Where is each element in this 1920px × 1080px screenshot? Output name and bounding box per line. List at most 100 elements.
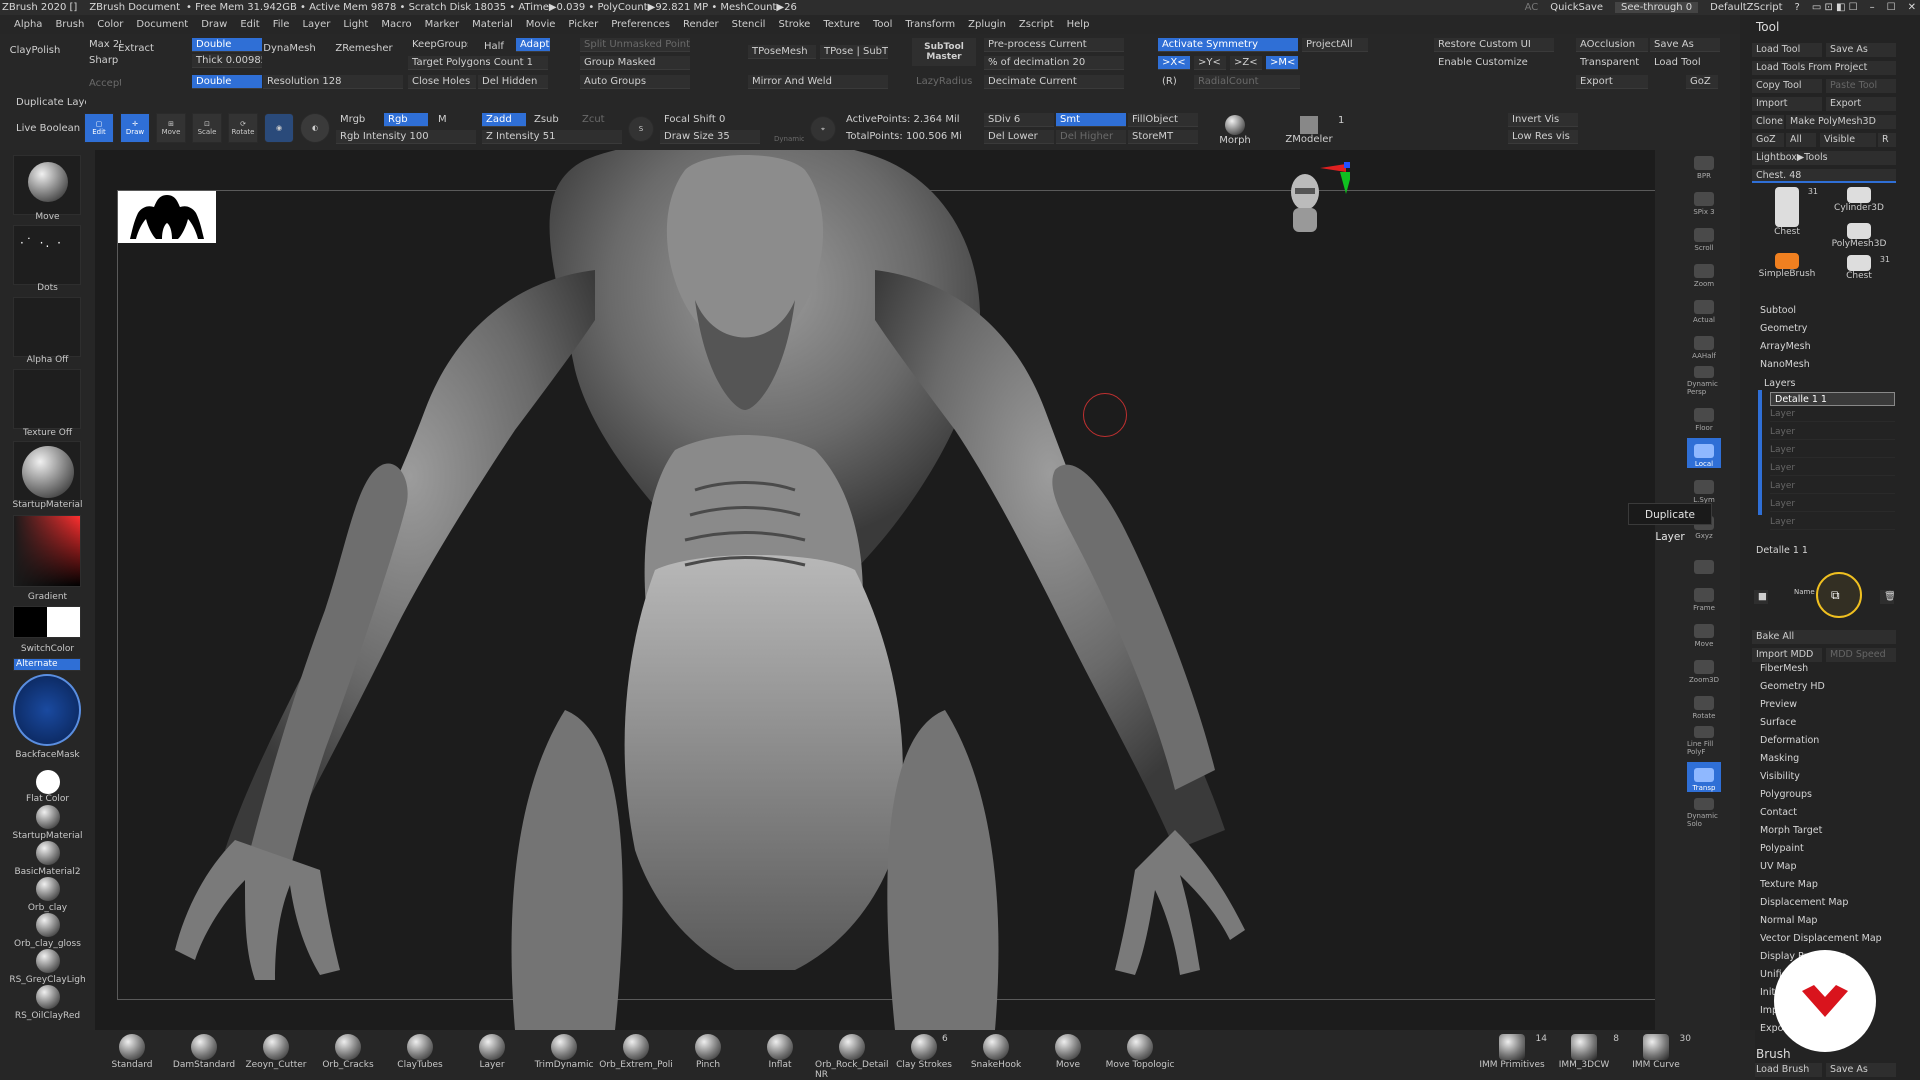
extract-button[interactable]: Extract: [116, 40, 156, 56]
paste-tool-button[interactable]: Paste Tool: [1826, 79, 1896, 93]
decimate-current-button[interactable]: Decimate Current: [984, 75, 1124, 89]
duplicate-layer-highlight[interactable]: ⧉: [1816, 572, 1862, 618]
material-selector[interactable]: [13, 441, 81, 501]
menu-item-movie[interactable]: Movie: [526, 19, 556, 30]
section-item[interactable]: Deformation: [1760, 735, 1819, 749]
alpha-selector[interactable]: [13, 297, 81, 357]
load-brush-button[interactable]: Load Brush: [1752, 1063, 1822, 1077]
adapt-toggle[interactable]: Adapt: [516, 38, 550, 52]
clone-button[interactable]: Clone: [1752, 115, 1784, 129]
section-item[interactable]: Surface: [1760, 717, 1796, 731]
section-item[interactable]: Displacement Map: [1760, 897, 1848, 911]
texture-selector[interactable]: [13, 369, 81, 429]
decimation-slider[interactable]: % of decimation 20: [984, 56, 1124, 70]
shelf-button[interactable]: Actual: [1687, 294, 1721, 324]
brush-save-as-button[interactable]: Save As: [1826, 1063, 1896, 1077]
menu-item-transform[interactable]: Transform: [905, 19, 955, 30]
shelf-brush[interactable]: Orb_Cracks: [311, 1034, 385, 1070]
shelf-button[interactable]: Local: [1687, 438, 1721, 468]
close-icon[interactable]: ✕: [1908, 2, 1916, 13]
imm-brush[interactable]: IMM_3DCW 8: [1547, 1034, 1621, 1070]
shelf-button[interactable]: Floor: [1687, 402, 1721, 432]
goz-all-button[interactable]: All: [1786, 133, 1816, 147]
shelf-button[interactable]: [1687, 546, 1721, 576]
imm-brush[interactable]: IMM Curve 30: [1619, 1034, 1693, 1070]
section-item[interactable]: Preview: [1760, 699, 1797, 713]
menu-item-stroke[interactable]: Stroke: [778, 19, 810, 30]
goz-r-button[interactable]: R: [1878, 133, 1896, 147]
split-unmasked-button[interactable]: Split Unmasked Points: [580, 38, 690, 52]
layer-row[interactable]: Layer: [1770, 409, 1895, 422]
auto-groups-button[interactable]: Auto Groups: [580, 75, 690, 89]
move-mode-button[interactable]: ⊞ Move: [156, 113, 186, 143]
tool-thumbnail[interactable]: PolyMesh3D: [1826, 223, 1892, 253]
goz-tool-button[interactable]: GoZ: [1752, 133, 1784, 147]
thick-slider[interactable]: Thick 0.00985: [192, 54, 262, 68]
shelf-button[interactable]: BPR: [1687, 150, 1721, 180]
symmetry-z-toggle[interactable]: >Z<: [1230, 56, 1262, 70]
rotate-mode-button[interactable]: ⟳ Rotate: [228, 113, 258, 143]
layer-row[interactable]: Layer: [1770, 517, 1895, 530]
tool-thumbnail[interactable]: Chest 31: [1754, 187, 1820, 249]
shelf-button[interactable]: L.Sym: [1687, 474, 1721, 504]
shelf-button[interactable]: Transp: [1687, 762, 1721, 792]
preprocess-current-button[interactable]: Pre-process Current: [984, 38, 1124, 52]
mdd-speed-slider[interactable]: MDD Speed: [1826, 648, 1896, 662]
section-item[interactable]: Polygroups: [1760, 789, 1812, 803]
keepgroups-toggle[interactable]: KeepGroups: [408, 38, 468, 52]
menu-item-alpha[interactable]: Alpha: [14, 19, 42, 30]
menu-item-zscript[interactable]: Zscript: [1019, 19, 1054, 30]
projectall-button[interactable]: ProjectAll: [1302, 38, 1368, 52]
duplicate-layer-button[interactable]: Duplicate Layer: [12, 96, 86, 110]
layer-record-button[interactable]: ■: [1754, 590, 1768, 604]
shelf-button[interactable]: Zoom3D: [1687, 654, 1721, 684]
shelf-button[interactable]: Scroll: [1687, 222, 1721, 252]
shelf-button[interactable]: Rotate: [1687, 690, 1721, 720]
menu-item-marker[interactable]: Marker: [425, 19, 460, 30]
section-nanomesh[interactable]: NanoMesh: [1760, 359, 1810, 373]
load-tool-button[interactable]: Load Tool: [1650, 56, 1720, 70]
axis-gizmo-icon[interactable]: [1320, 160, 1352, 200]
shelf-brush[interactable]: Move: [1031, 1034, 1105, 1070]
double-toggle-2[interactable]: Double: [192, 75, 262, 89]
symmetry-y-toggle[interactable]: >Y<: [1194, 56, 1226, 70]
menu-item-material[interactable]: Material: [472, 19, 513, 30]
rgb-intensity-slider[interactable]: Rgb Intensity 100: [336, 130, 476, 144]
radialcount-slider[interactable]: RadialCount: [1194, 75, 1300, 89]
close-holes-button[interactable]: Close Holes: [408, 75, 476, 89]
flat-color-icon[interactable]: [36, 770, 60, 794]
shelf-brush[interactable]: Move Topologic: [1103, 1034, 1177, 1070]
restore-custom-ui-button[interactable]: Restore Custom UI: [1434, 38, 1554, 52]
storemt-button[interactable]: StoreMT: [1128, 130, 1198, 144]
save-as-button[interactable]: Save As: [1650, 38, 1720, 52]
menu-item-edit[interactable]: Edit: [240, 19, 259, 30]
see-through-slider[interactable]: See-through 0: [1615, 2, 1699, 13]
shelf-button[interactable]: AAHalf: [1687, 330, 1721, 360]
tposemesh-button[interactable]: TPoseMesh: [748, 45, 816, 59]
layer-row[interactable]: Layer: [1770, 499, 1895, 512]
resolution-slider[interactable]: Resolution 128: [263, 75, 403, 89]
activate-symmetry-button[interactable]: Activate Symmetry: [1158, 38, 1298, 52]
layer-row[interactable]: Layer: [1770, 481, 1895, 494]
delete-layer-icon[interactable]: 🗑: [1880, 590, 1894, 604]
m-toggle[interactable]: M: [434, 113, 450, 127]
menu-item-file[interactable]: File: [273, 19, 290, 30]
section-subtool[interactable]: Subtool: [1760, 305, 1796, 319]
draw-size-slider[interactable]: Draw Size 35: [660, 130, 760, 144]
imm-brush[interactable]: IMM Primitives 14: [1475, 1034, 1549, 1070]
shelf-brush[interactable]: Layer: [455, 1034, 529, 1070]
claypolish-button[interactable]: ClayPolish: [2, 36, 68, 64]
goz-button[interactable]: GoZ: [1686, 75, 1718, 89]
export-button[interactable]: Export: [1576, 75, 1648, 89]
window-icons[interactable]: ▭ ⊡ ◧ ☐: [1812, 2, 1858, 13]
menu-item-light[interactable]: Light: [343, 19, 368, 30]
layer-row[interactable]: Layer: [1770, 463, 1895, 476]
shelf-brush[interactable]: Orb_Extrem_Poli: [599, 1034, 673, 1070]
group-masked-button[interactable]: Group Masked: [580, 56, 690, 70]
del-lower-button[interactable]: Del Lower: [984, 130, 1054, 144]
low-res-vis-button[interactable]: Low Res vis: [1508, 130, 1578, 144]
shelf-brush[interactable]: ClayTubes: [383, 1034, 457, 1070]
live-boolean-toggle[interactable]: Live Boolean: [12, 122, 86, 136]
switchcolor-swatch[interactable]: [13, 606, 81, 638]
section-geometry[interactable]: Geometry: [1760, 323, 1807, 337]
